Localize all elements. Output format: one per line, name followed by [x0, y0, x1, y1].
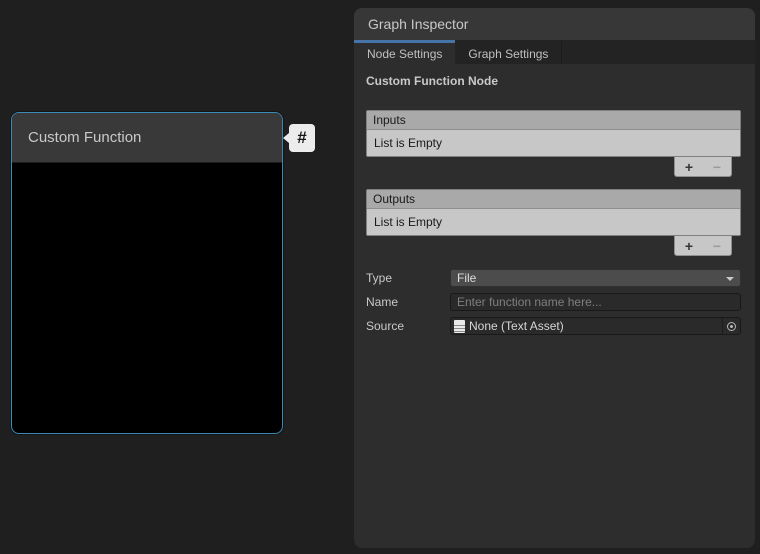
outputs-empty-row: List is Empty	[367, 209, 740, 235]
object-picker-button[interactable]	[722, 318, 740, 334]
source-object-field[interactable]: None (Text Asset)	[450, 317, 741, 335]
function-name-input[interactable]	[450, 293, 741, 311]
tab-node-settings[interactable]: Node Settings	[354, 40, 455, 64]
panel-header[interactable]: Graph Inspector	[354, 8, 755, 40]
type-label: Type	[366, 271, 450, 285]
type-row: Type File	[366, 269, 741, 287]
inputs-box: Inputs List is Empty	[366, 110, 741, 157]
inputs-header: Inputs	[367, 111, 740, 130]
chevron-down-icon	[726, 277, 734, 281]
node-hash-badge[interactable]: #	[289, 124, 315, 152]
add-output-button[interactable]: +	[675, 236, 703, 255]
inputs-list: Inputs List is Empty + −	[366, 110, 741, 177]
tab-graph-settings[interactable]: Graph Settings	[455, 40, 562, 64]
node-title: Custom Function	[12, 113, 282, 163]
remove-output-button[interactable]: −	[703, 236, 731, 255]
outputs-list-toolbar: + −	[674, 236, 732, 256]
type-dropdown[interactable]: File	[450, 269, 741, 287]
hash-icon: #	[297, 128, 306, 148]
tab-bar: Node Settings Graph Settings	[354, 40, 755, 64]
type-dropdown-value: File	[457, 271, 476, 285]
badge-tail-icon	[283, 133, 289, 143]
panel-title: Graph Inspector	[368, 16, 468, 32]
add-input-button[interactable]: +	[675, 157, 703, 176]
source-label: Source	[366, 319, 450, 333]
graph-inspector-panel: Graph Inspector Node Settings Graph Sett…	[354, 8, 755, 548]
section-title: Custom Function Node	[366, 74, 741, 88]
text-asset-icon	[454, 320, 465, 333]
node-properties: Type File Name Source	[366, 269, 741, 335]
remove-input-button[interactable]: −	[703, 157, 731, 176]
source-object-value: None (Text Asset)	[465, 318, 722, 334]
source-row: Source None (Text Asset)	[366, 317, 741, 335]
inputs-empty-row: List is Empty	[367, 130, 740, 156]
name-row: Name	[366, 293, 741, 311]
object-picker-icon	[727, 322, 736, 331]
outputs-box: Outputs List is Empty	[366, 189, 741, 236]
outputs-list: Outputs List is Empty + −	[366, 189, 741, 256]
custom-function-node[interactable]: Custom Function	[11, 112, 283, 434]
inspector-content: Custom Function Node Inputs List is Empt…	[354, 64, 755, 548]
inputs-list-toolbar: + −	[674, 157, 732, 177]
name-label: Name	[366, 295, 450, 309]
outputs-header: Outputs	[367, 190, 740, 209]
